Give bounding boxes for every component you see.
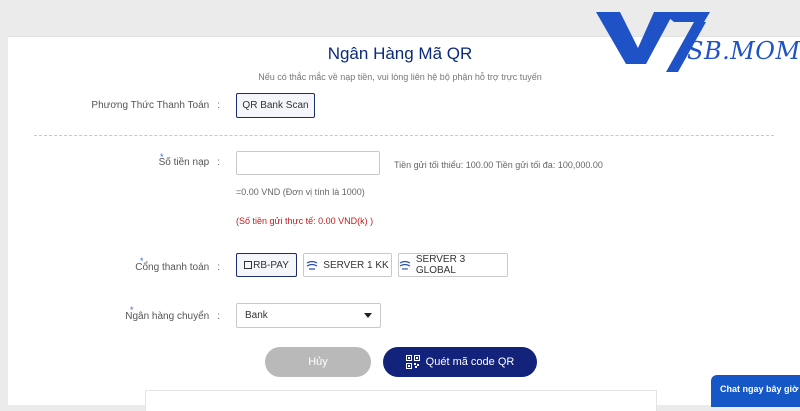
amount-limits: Tiền gửi tối thiểu: 100.00 Tiền gửi tối … — [394, 160, 603, 170]
qr-code-icon — [405, 355, 420, 369]
live-chat-label: Chat ngay bây giờ — [720, 384, 799, 394]
qr-bank-scan-label: QR Bank Scan — [242, 100, 309, 111]
amount-conversion: =0.00 VND (Đơn vị tính là 1000) — [236, 187, 365, 197]
gateway-label-text: Cổng thanh toán — [135, 262, 210, 273]
scan-qr-button[interactable]: Quét mã code QR — [383, 347, 537, 377]
amount-label-text: Số tiền nạp — [158, 157, 210, 168]
qr-display-area — [145, 390, 657, 411]
gateway-option-server-3-global[interactable]: SERVER 3 GLOBAL — [398, 253, 508, 277]
gateway-label: Cổng thanh toán: — [100, 262, 220, 273]
gateway-option-rb-pay[interactable]: RB-PAY — [236, 253, 297, 277]
bank-select-value: Bank — [245, 310, 268, 321]
payment-method-label-text: Phương Thức Thanh Toán — [91, 100, 210, 111]
bank-label: Ngân hàng chuyển: — [100, 311, 220, 322]
server-icon — [306, 260, 318, 270]
payment-method-label: Phương Thức Thanh Toán: — [60, 100, 220, 111]
chevron-down-icon — [364, 313, 372, 318]
section-divider — [34, 135, 774, 136]
bank-select[interactable]: Bank — [236, 303, 381, 328]
page-title: Ngân Hàng Mã QR — [327, 44, 473, 63]
actual-amount-warning: (Số tiền gửi thực tế: 0.00 VND(k) ) — [236, 216, 374, 226]
cancel-button-label: Hủy — [308, 356, 328, 368]
page-subtitle: Nếu có thắc mắc về nạp tiền, vui lòng li… — [258, 72, 542, 82]
live-chat-button[interactable]: Chat ngay bây giờ — [711, 375, 800, 407]
server-icon — [399, 260, 411, 270]
gateway-option-server-1-kk[interactable]: SERVER 1 KK — [303, 253, 392, 277]
colon: : — [217, 311, 220, 322]
gateway-option-label: RB-PAY — [253, 259, 289, 271]
gateway-option-label: SERVER 3 GLOBAL — [415, 254, 466, 276]
square-icon — [244, 261, 253, 269]
qr-bank-scan-button[interactable]: QR Bank Scan — [236, 93, 315, 118]
colon: : — [217, 100, 220, 111]
colon: : — [217, 262, 220, 273]
gateway-option-label: SERVER 1 KK — [323, 259, 389, 271]
bank-label-text: Ngân hàng chuyển — [125, 311, 210, 322]
amount-input[interactable] — [236, 151, 380, 175]
colon: : — [217, 157, 220, 168]
scan-qr-button-label: Quét mã code QR — [425, 356, 515, 368]
amount-label: Số tiền nạp: — [100, 157, 220, 168]
cancel-button[interactable]: Hủy — [265, 347, 371, 377]
